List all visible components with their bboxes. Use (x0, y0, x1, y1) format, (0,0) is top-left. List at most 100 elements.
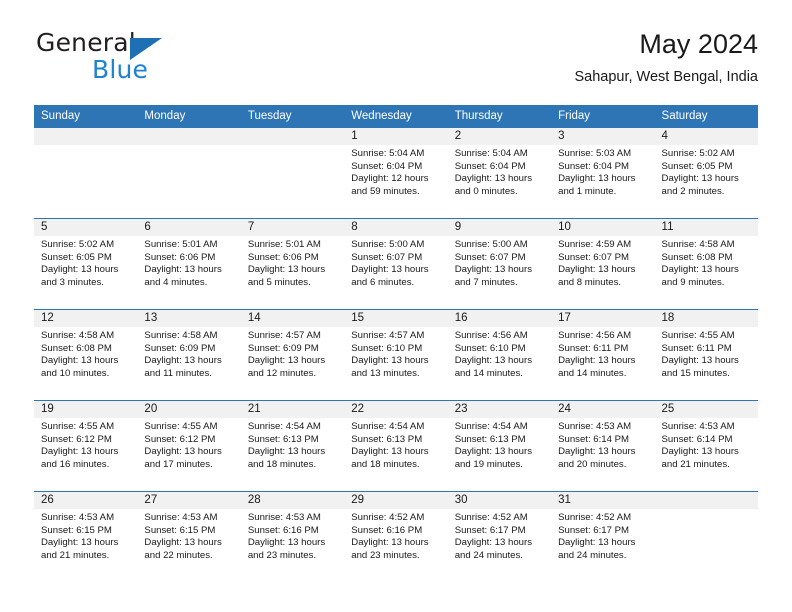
calendar-day-cell[interactable]: 5 Sunrise: 5:02 AM Sunset: 6:05 PM Daylight… (34, 218, 138, 310)
daylight-text: and 10 minutes. (41, 367, 110, 379)
calendar-day-cell[interactable]: 28 Sunrise: 4:53 AM Sunset: 6:16 PM Dayligh… (240, 491, 345, 582)
calendar-day-cell[interactable]: 21 Sunrise: 4:54 AM Sunset: 6:13 PM Dayligh… (240, 400, 345, 492)
calendar-week-row: 1 Sunrise: 5:04 AM Sunset: 6:04 PM Daylight… (34, 128, 758, 219)
calendar-day-cell[interactable]: 11 Sunrise: 4:58 AM Sunset: 6:08 PM Dayligh… (654, 218, 758, 310)
day-cell-inner: 18 Sunrise: 4:55 AM Sunset: 6:11 PM Dayligh… (654, 310, 758, 400)
calendar-day-cell[interactable]: 26 Sunrise: 4:53 AM Sunset: 6:15 PM Dayligh… (34, 491, 138, 582)
calendar-day-cell[interactable]: 31 Sunrise: 4:52 AM Sunset: 6:17 PM Dayligh… (551, 491, 655, 582)
day-number: 29 (344, 492, 448, 509)
calendar-day-cell[interactable]: 24 Sunrise: 4:53 AM Sunset: 6:14 PM Dayligh… (551, 400, 655, 492)
page-header: General Blue May 2024 Sahapur, West Beng… (34, 28, 758, 98)
day-cell-inner: 27 Sunrise: 4:53 AM Sunset: 6:15 PM Dayligh… (137, 492, 241, 582)
day-number: 26 (34, 492, 138, 509)
day-number: 13 (137, 310, 241, 327)
sunrise-text: Sunrise: 5:00 AM (351, 239, 425, 250)
day-cell-inner: 6 Sunrise: 5:01 AM Sunset: 6:06 PM Daylight… (137, 219, 241, 309)
daylight-text: Daylight: 13 hours (661, 264, 739, 276)
day-number: 22 (344, 401, 448, 418)
calendar-day-cell[interactable]: 18 Sunrise: 4:55 AM Sunset: 6:11 PM Dayligh… (654, 309, 758, 401)
daylight-text: and 24 minutes. (454, 549, 523, 561)
calendar-day-cell[interactable]: 29 Sunrise: 4:52 AM Sunset: 6:16 PM Dayligh… (344, 491, 448, 582)
calendar-day-cell[interactable]: 2 Sunrise: 5:04 AM Sunset: 6:04 PM Daylight… (447, 128, 552, 219)
day-number: 3 (551, 128, 655, 145)
weekday-header-wednesday: Wednesday (344, 105, 448, 128)
title-block: May 2024 Sahapur, West Bengal, India (574, 28, 758, 88)
daylight-text: Daylight: 13 hours (558, 537, 636, 549)
day-number: 16 (447, 310, 552, 327)
day-number: 19 (34, 401, 138, 418)
calendar-day-cell[interactable]: 12 Sunrise: 4:58 AM Sunset: 6:08 PM Dayligh… (34, 309, 138, 401)
day-details: Sunrise: 4:55 AM Sunset: 6:12 PM Daylight:… (137, 418, 240, 471)
day-cell-inner (34, 128, 138, 218)
daylight-text: Daylight: 13 hours (558, 446, 636, 458)
page-title: May 2024 (639, 29, 758, 59)
calendar-day-cell[interactable]: 10 Sunrise: 4:59 AM Sunset: 6:07 PM Dayligh… (551, 218, 655, 310)
day-details: Sunrise: 4:54 AM Sunset: 6:13 PM Daylight:… (241, 418, 344, 471)
day-cell-inner: 20 Sunrise: 4:55 AM Sunset: 6:12 PM Dayligh… (137, 401, 241, 491)
sunset-text: Sunset: 6:14 PM (661, 433, 733, 445)
sunrise-text: Sunrise: 5:02 AM (661, 148, 735, 159)
calendar-day-cell[interactable]: 19 Sunrise: 4:55 AM Sunset: 6:12 PM Dayligh… (34, 400, 138, 492)
generalblue-logo[interactable]: General Blue (34, 28, 264, 88)
calendar-day-cell[interactable]: 4 Sunrise: 5:02 AM Sunset: 6:05 PM Daylight… (654, 128, 758, 219)
day-details: Sunrise: 4:53 AM Sunset: 6:15 PM Daylight:… (137, 509, 240, 562)
daylight-text: Daylight: 13 hours (41, 446, 119, 458)
day-cell-inner: 24 Sunrise: 4:53 AM Sunset: 6:14 PM Dayligh… (551, 401, 655, 491)
daylight-text: and 22 minutes. (144, 549, 213, 561)
calendar-day-cell[interactable]: 20 Sunrise: 4:55 AM Sunset: 6:12 PM Dayligh… (137, 400, 241, 492)
page-subtitle: Sahapur, West Bengal, India (574, 69, 758, 85)
sunset-text: Sunset: 6:12 PM (41, 433, 112, 445)
calendar-day-cell[interactable]: 3 Sunrise: 5:03 AM Sunset: 6:04 PM Daylight… (551, 128, 655, 219)
daylight-text: and 0 minutes. (454, 185, 518, 197)
calendar-day-cell[interactable]: 13 Sunrise: 4:58 AM Sunset: 6:09 PM Dayligh… (137, 309, 241, 401)
daylight-text: and 3 minutes. (41, 276, 104, 288)
sunrise-text: Sunrise: 4:54 AM (351, 421, 425, 432)
sunset-text: Sunset: 6:12 PM (144, 433, 216, 445)
day-number: 2 (447, 128, 552, 145)
daylight-text: Daylight: 13 hours (558, 173, 636, 185)
calendar-day-cell[interactable]: 23 Sunrise: 4:54 AM Sunset: 6:13 PM Dayligh… (447, 400, 552, 492)
calendar-day-cell[interactable]: 8 Sunrise: 5:00 AM Sunset: 6:07 PM Daylight… (344, 218, 448, 310)
calendar-day-cell[interactable]: 1 Sunrise: 5:04 AM Sunset: 6:04 PM Daylight… (344, 128, 448, 219)
calendar-day-cell[interactable]: 30 Sunrise: 4:52 AM Sunset: 6:17 PM Dayligh… (447, 491, 552, 582)
day-number: 18 (654, 310, 758, 327)
daylight-text: Daylight: 13 hours (661, 173, 739, 185)
daylight-text: and 13 minutes. (351, 367, 420, 379)
sunrise-text: Sunrise: 5:00 AM (454, 239, 528, 250)
sunset-text: Sunset: 6:08 PM (41, 342, 112, 354)
day-details: Sunrise: 5:02 AM Sunset: 6:05 PM Daylight:… (655, 145, 758, 198)
day-cell-inner: 30 Sunrise: 4:52 AM Sunset: 6:17 PM Dayligh… (447, 492, 552, 582)
day-details: Sunrise: 4:53 AM Sunset: 6:14 PM Daylight:… (551, 418, 654, 471)
daylight-text: Daylight: 13 hours (41, 355, 119, 367)
day-details: Sunrise: 4:53 AM Sunset: 6:16 PM Daylight:… (241, 509, 344, 562)
daylight-text: Daylight: 13 hours (247, 355, 326, 367)
day-cell-inner: 21 Sunrise: 4:54 AM Sunset: 6:13 PM Dayligh… (240, 401, 345, 491)
daylight-text: and 23 minutes. (351, 549, 420, 561)
day-details: Sunrise: 4:52 AM Sunset: 6:17 PM Daylight:… (551, 509, 654, 562)
calendar-day-cell[interactable]: 7 Sunrise: 5:01 AM Sunset: 6:06 PM Daylight… (240, 218, 345, 310)
day-number: 31 (551, 492, 655, 509)
day-details: Sunrise: 4:54 AM Sunset: 6:13 PM Daylight:… (344, 418, 447, 471)
daylight-text: Daylight: 13 hours (247, 537, 326, 549)
calendar-day-cell[interactable]: 9 Sunrise: 5:00 AM Sunset: 6:07 PM Daylight… (447, 218, 552, 310)
sunrise-text: Sunrise: 4:53 AM (144, 512, 218, 523)
daylight-text: and 15 minutes. (661, 367, 730, 379)
sunrise-text: Sunrise: 4:53 AM (247, 512, 321, 523)
calendar-day-cell[interactable]: 6 Sunrise: 5:01 AM Sunset: 6:06 PM Daylight… (137, 218, 241, 310)
daylight-text: and 6 minutes. (351, 276, 415, 288)
sunrise-text: Sunrise: 5:04 AM (351, 148, 425, 159)
calendar-day-cell[interactable]: 25 Sunrise: 4:53 AM Sunset: 6:14 PM Dayligh… (654, 400, 758, 492)
calendar-day-cell (654, 491, 758, 582)
sunrise-text: Sunrise: 4:52 AM (558, 512, 632, 523)
calendar-day-cell[interactable]: 15 Sunrise: 4:57 AM Sunset: 6:10 PM Dayligh… (344, 309, 448, 401)
calendar-day-cell[interactable]: 17 Sunrise: 4:56 AM Sunset: 6:11 PM Dayligh… (551, 309, 655, 401)
day-cell-inner: 13 Sunrise: 4:58 AM Sunset: 6:09 PM Dayligh… (137, 310, 241, 400)
logo-text-general: General (36, 28, 136, 57)
calendar-day-cell[interactable]: 14 Sunrise: 4:57 AM Sunset: 6:09 PM Dayligh… (240, 309, 345, 401)
calendar-day-cell[interactable]: 22 Sunrise: 4:54 AM Sunset: 6:13 PM Dayligh… (344, 400, 448, 492)
calendar-day-cell[interactable]: 27 Sunrise: 4:53 AM Sunset: 6:15 PM Dayligh… (137, 491, 241, 582)
day-details: Sunrise: 4:56 AM Sunset: 6:10 PM Daylight:… (448, 327, 551, 380)
day-details: Sunrise: 5:04 AM Sunset: 6:04 PM Daylight:… (448, 145, 551, 198)
sunset-text: Sunset: 6:07 PM (351, 251, 423, 263)
calendar-day-cell[interactable]: 16 Sunrise: 4:56 AM Sunset: 6:10 PM Dayligh… (447, 309, 552, 401)
